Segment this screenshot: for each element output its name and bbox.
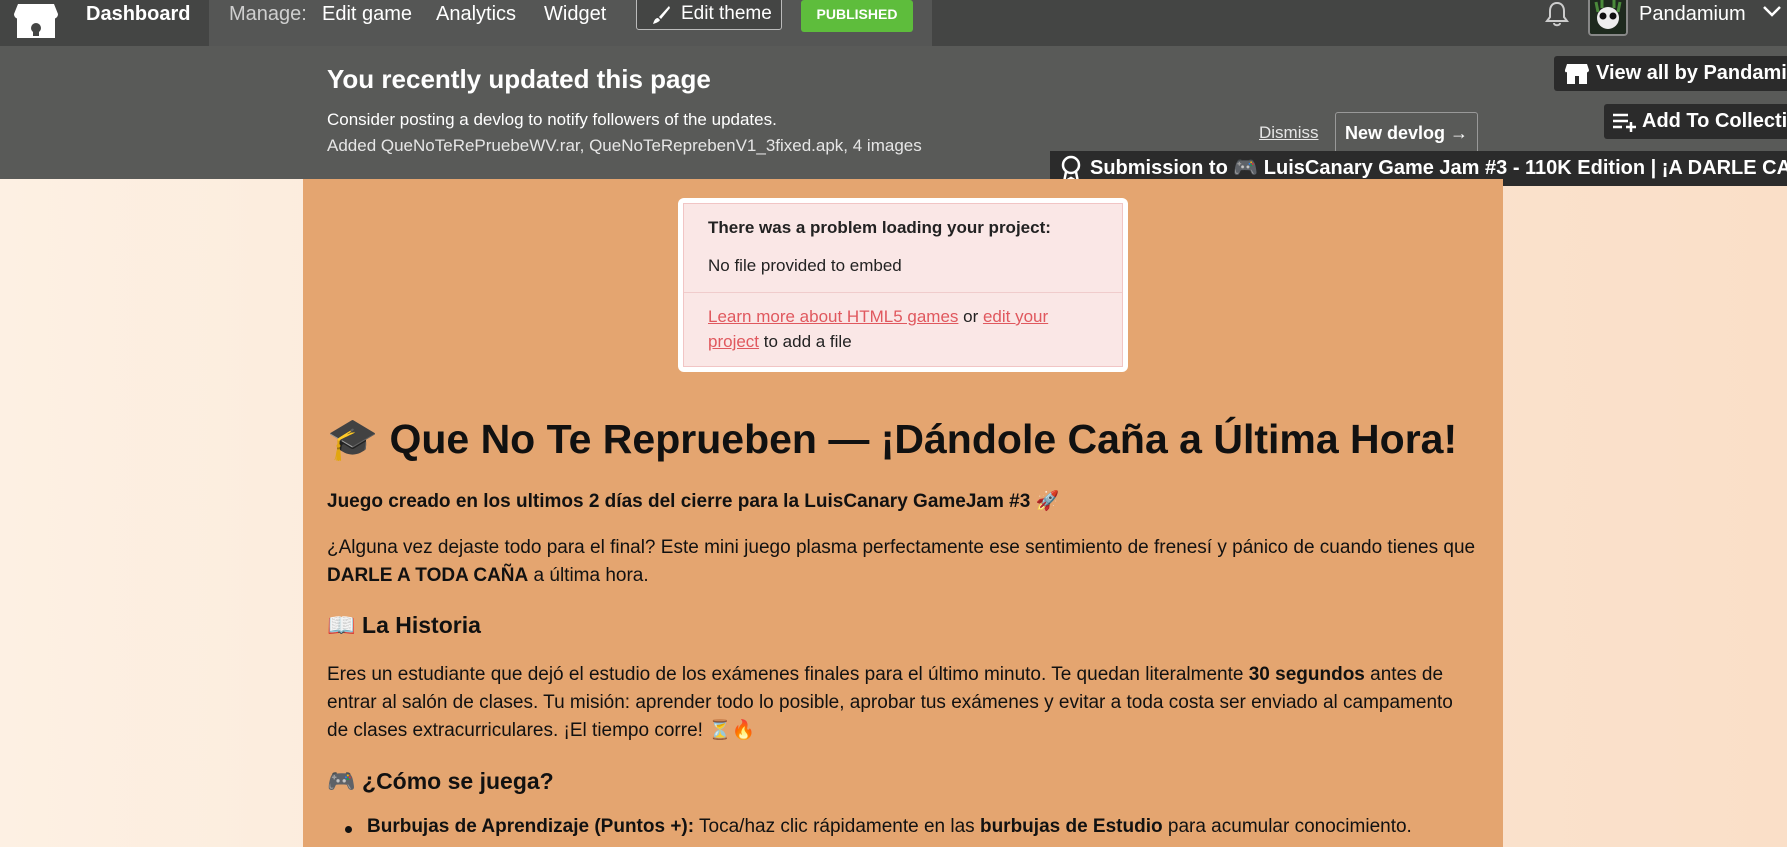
banner-title: You recently updated this page (327, 64, 711, 94)
avatar[interactable] (1588, 0, 1628, 36)
admin-topbar: Dashboard Manage: Edit game Analytics Wi… (0, 0, 1787, 46)
add-list-icon (1613, 113, 1636, 132)
game-title: 🎓 Que No Te Reprueben — ¡Dándole Caña a … (327, 416, 1458, 462)
paintbrush-icon (653, 6, 670, 24)
manage-label: Manage: (229, 3, 307, 25)
username[interactable]: Pandamium (1639, 0, 1746, 28)
add-file-text: to add a file (759, 332, 852, 351)
banner-files: Added QueNoTeRePruebeWV.rar, QueNoTeRepr… (327, 136, 922, 155)
historia-paragraph: Eres un estudiante que dejó el estudio d… (327, 661, 1477, 745)
edit-theme-button[interactable]: Edit theme (636, 0, 782, 30)
embed-error-help: Learn more about HTML5 games or edit you… (708, 304, 1098, 354)
embed-error-title: There was a problem loading your project… (708, 218, 1051, 237)
intro-text-end: a última hora. (528, 565, 649, 586)
banner-message: Consider posting a devlog to notify foll… (327, 110, 777, 129)
itch-store-icon (1565, 64, 1589, 84)
published-badge[interactable]: PUBLISHED (801, 0, 913, 32)
list-item: Burbujas de Aprendizaje (Puntos +): Toca… (367, 816, 1412, 838)
list-item-bold-2: burbujas de Estudio (979, 816, 1163, 837)
historia-heading: 📖 La Historia (327, 612, 481, 638)
game-subtitle: Juego creado en los ultimos 2 días del c… (327, 491, 1060, 512)
new-devlog-button[interactable]: New devlog → (1335, 112, 1478, 154)
add-to-collection-button[interactable]: Add To Collection (1604, 104, 1787, 139)
dismiss-link[interactable]: Dismiss (1259, 123, 1319, 143)
edit-theme-label: Edit theme (681, 3, 772, 24)
divider (684, 292, 1122, 293)
chevron-down-icon[interactable] (1762, 4, 1782, 23)
analytics-link[interactable]: Analytics (436, 0, 516, 28)
list-item-text-end: para acumular conocimiento. (1162, 816, 1412, 837)
list-item-bold: Burbujas de Aprendizaje (Puntos +): (367, 816, 695, 837)
embed-error-message: No file provided to embed (708, 256, 902, 275)
view-all-button[interactable]: View all by Pandamium (1554, 56, 1787, 91)
widget-link[interactable]: Widget (544, 0, 606, 28)
itch-logo-icon[interactable] (12, 0, 60, 40)
update-notice-banner: You recently updated this page Consider … (0, 46, 1787, 186)
intro-paragraph: ¿Alguna vez dejaste todo para el final? … (327, 534, 1477, 590)
add-to-collection-label: Add To Collection (1642, 110, 1787, 132)
list-item-text: Toca/haz clic rápidamente en las (694, 816, 980, 837)
historia-text: Eres un estudiante que dejó el estudio d… (327, 664, 1249, 685)
intro-text: ¿Alguna vez dejaste todo para el final? … (327, 537, 1476, 558)
view-all-label: View all by Pandamium (1596, 62, 1787, 84)
bell-icon[interactable] (1544, 0, 1570, 33)
learn-more-link[interactable]: Learn more about HTML5 games (708, 307, 958, 326)
edit-game-link[interactable]: Edit game (322, 0, 412, 28)
intro-bold: DARLE A TODA CAÑA (327, 565, 529, 586)
embed-error-box: There was a problem loading your project… (678, 198, 1128, 372)
historia-bold: 30 segundos (1248, 664, 1365, 685)
list-bullet (345, 826, 352, 833)
como-heading: 🎮 ¿Cómo se juega? (327, 768, 554, 794)
dashboard-link[interactable]: Dashboard (86, 0, 190, 28)
or-text: or (958, 307, 983, 326)
